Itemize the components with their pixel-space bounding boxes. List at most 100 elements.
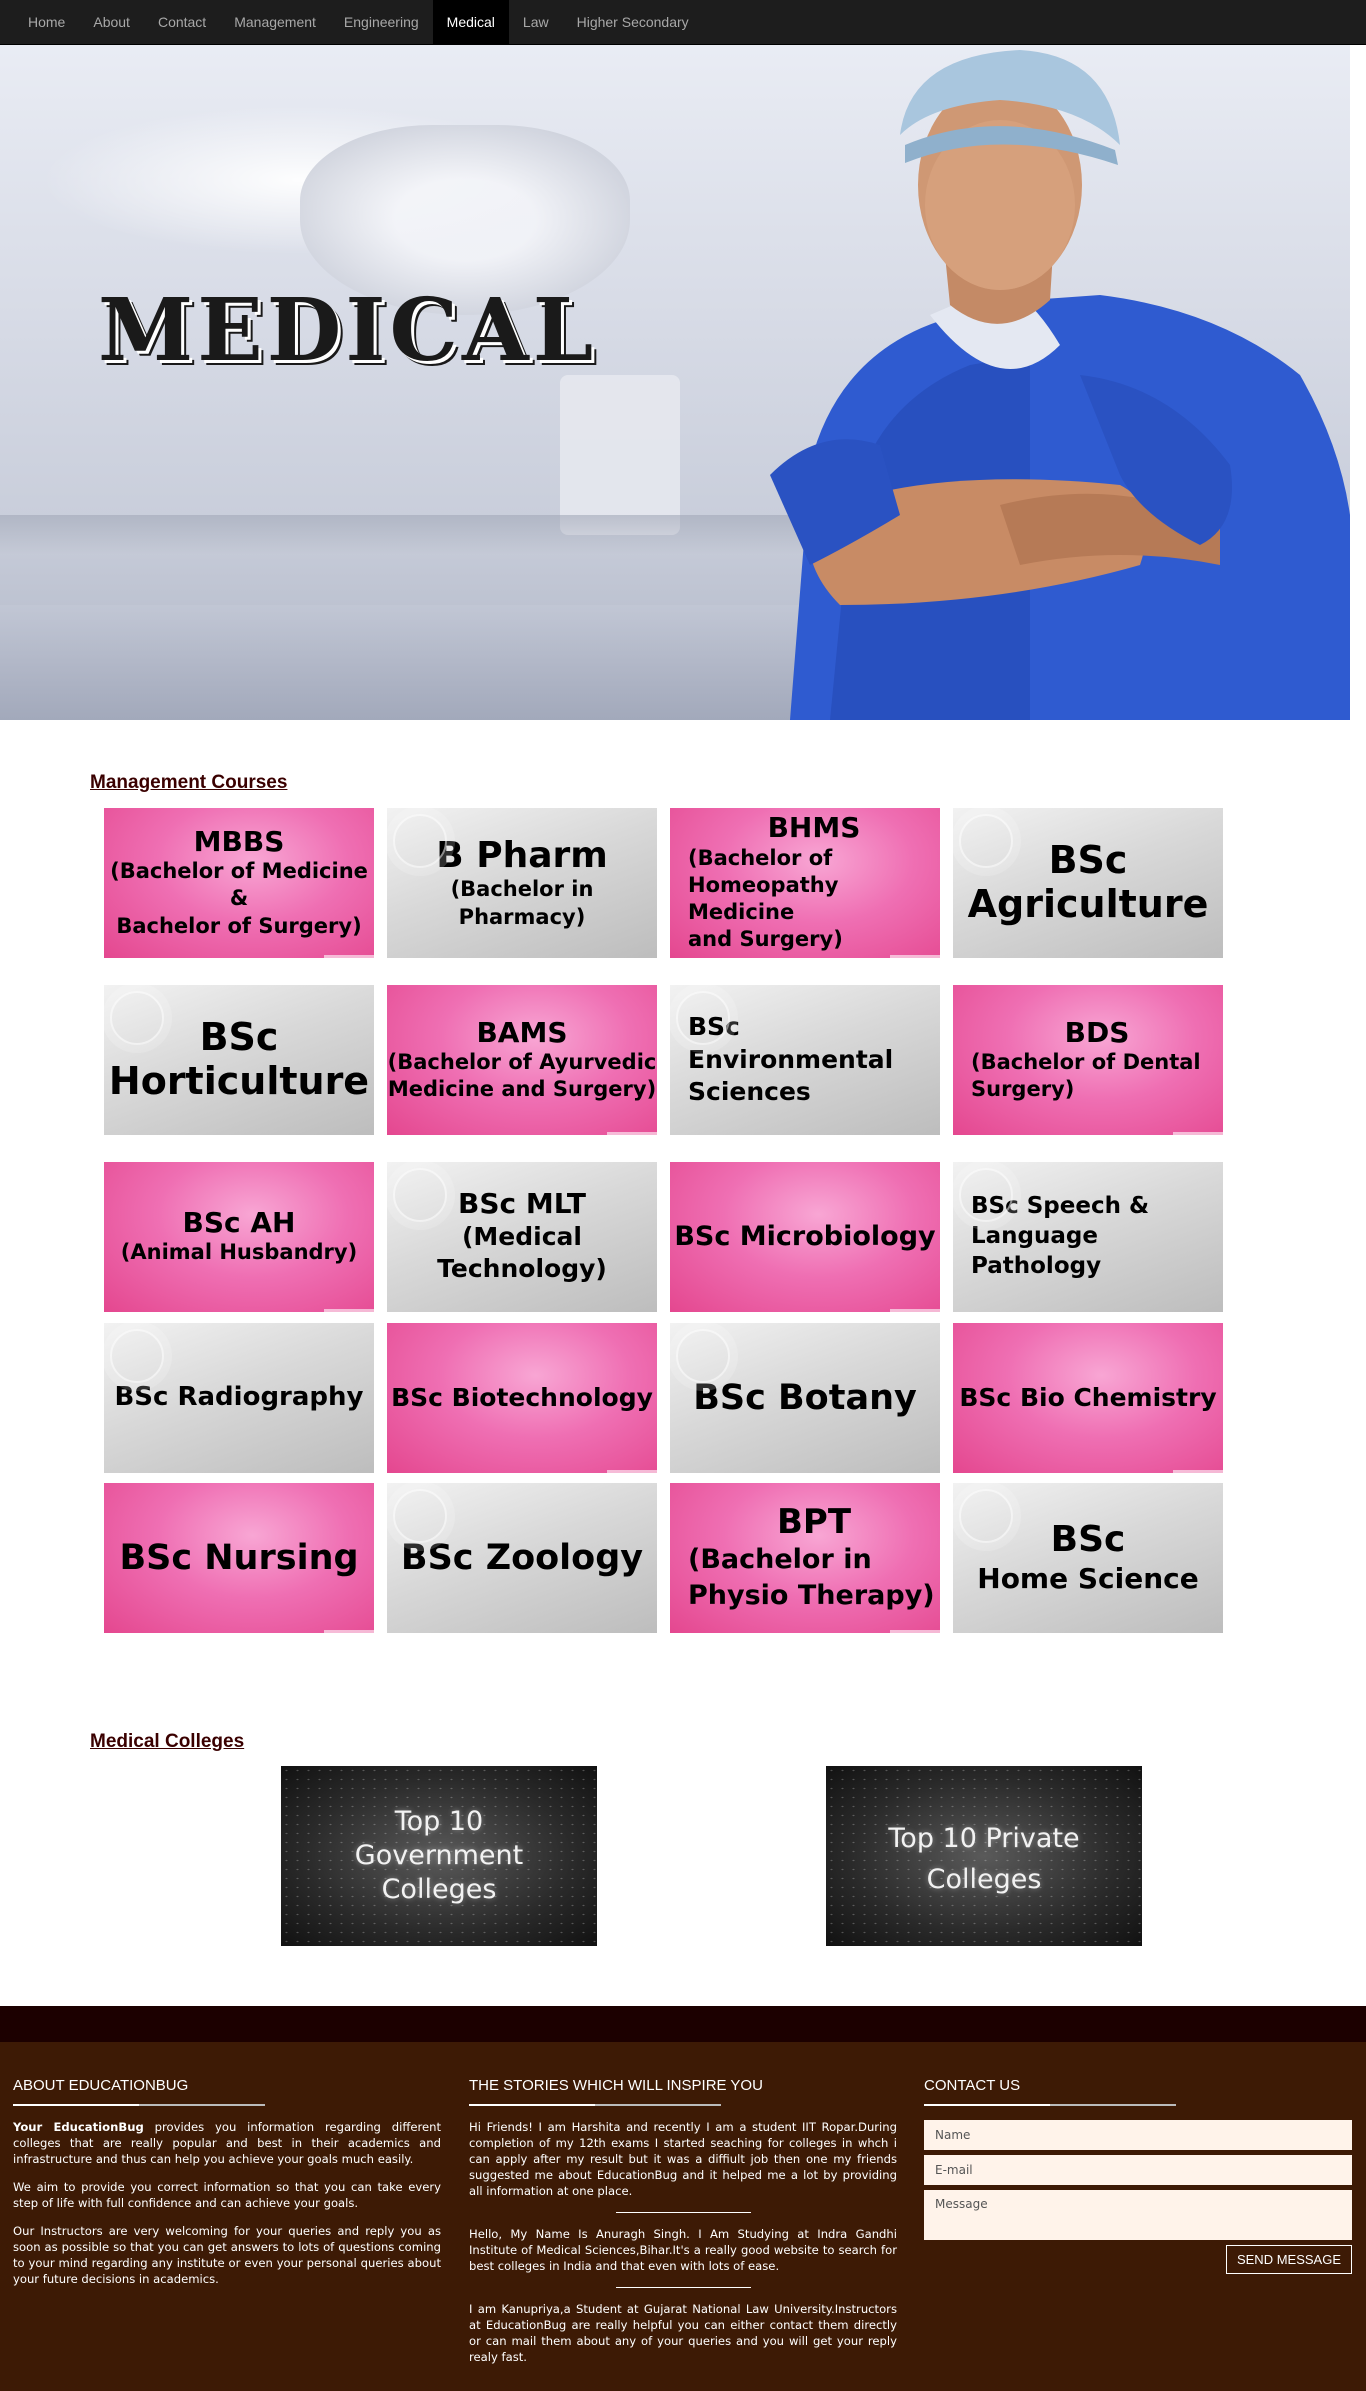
course-title: BSc (1050, 1519, 1126, 1561)
course-card-bds[interactable]: BDS (Bachelor of Dental Surgery) (953, 985, 1223, 1135)
course-subtitle: (Medical Technology) (437, 1221, 607, 1284)
footer-about-p3: Our Instructors are very welcoming for y… (13, 2223, 441, 2286)
course-subtitle: (Animal Husbandry) (120, 1240, 358, 1265)
course-card-bsc-ah[interactable]: BSc AH (Animal Husbandry) (104, 1162, 374, 1312)
course-subtitle: (Bachelor in Pharmacy) (450, 877, 594, 929)
course-card-bsc-microbiology[interactable]: BSc Microbiology (670, 1162, 940, 1312)
course-card-bsc-biotechnology[interactable]: BSc Biotechnology (387, 1323, 657, 1473)
contact-actions: SEND MESSAGE (924, 2245, 1352, 2277)
course-title: BSc Bio Chemistry (959, 1382, 1217, 1412)
course-card-bsc-botany[interactable]: BSc Botany (670, 1323, 940, 1473)
college-card-label: Top 10 Private Colleges (888, 1822, 1080, 1895)
story-item: Hi Friends! I am Harshita and recently I… (469, 2120, 897, 2198)
contact-message-field[interactable]: Message (924, 2190, 1352, 2240)
course-title: BSc (199, 1015, 279, 1060)
course-card-bsc-home-science[interactable]: BSc Home Science (953, 1483, 1223, 1633)
story-divider (615, 2286, 751, 2288)
course-card-bsc-zoology[interactable]: BSc Zoology (387, 1483, 657, 1633)
college-card-label: Top 10 Government Colleges (354, 1806, 524, 1905)
footer-stories: THE STORIES WHICH WILL INSPIRE YOU Hi Fr… (469, 2077, 897, 2378)
hero-title: MEDICAL (98, 280, 598, 381)
course-title: BHMS (767, 811, 861, 845)
hero-background-shelf (0, 515, 820, 555)
course-subtitle: Bachelor of Surgery) (116, 913, 362, 938)
nav-engineering[interactable]: Engineering (330, 0, 433, 44)
top-navbar: Home About Contact Management Engineerin… (0, 0, 1366, 45)
course-subtitle: (Bachelor in (688, 1544, 872, 1576)
story-item: I am Kanupriya,a Student at Gujarat Nati… (469, 2301, 897, 2364)
course-subtitle: (Bachelor of (688, 845, 833, 870)
course-title: BSc (1048, 838, 1128, 883)
course-title: BDS (1064, 1015, 1130, 1049)
contact-name-field[interactable]: Name (924, 2120, 1352, 2150)
footer-about-heading: ABOUT EDUCATIONBUG (13, 2077, 189, 2094)
story-item: Hello, My Name Is Anuragh Singh. I Am St… (469, 2226, 897, 2273)
course-card-bams[interactable]: BAMS (Bachelor of Ayurvedic Medicine and… (387, 985, 657, 1135)
course-card-bpt[interactable]: BPT (Bachelor in Physio Therapy) (670, 1483, 940, 1633)
doctor-image (770, 50, 1350, 720)
course-subtitle: (Bachelor of Dental (971, 1049, 1201, 1074)
course-title: BSc Microbiology (674, 1221, 936, 1253)
course-subtitle: and Surgery) (688, 927, 843, 952)
course-subtitle: Physio Therapy) (688, 1579, 935, 1611)
college-card-top-10-private[interactable]: Top 10 Private Colleges (826, 1766, 1142, 1946)
course-subtitle: Sciences (688, 1077, 811, 1107)
course-card-bsc-speech[interactable]: BSc Speech & Language Pathology (953, 1162, 1223, 1312)
course-subtitle: Home Science (977, 1561, 1199, 1595)
course-title: BSc Biotechnology (391, 1382, 653, 1412)
course-subtitle: Homeopathy Medicine (688, 872, 839, 925)
course-subtitle: (Bachelor of Medicine & (110, 859, 368, 911)
hero-background-machine (560, 375, 680, 535)
story-divider (615, 2211, 751, 2213)
course-card-bsc-mlt[interactable]: BSc MLT (Medical Technology) (387, 1162, 657, 1312)
course-card-bsc-radiography[interactable]: BSc Radiography (104, 1323, 374, 1473)
courses-heading: Management Courses (90, 772, 288, 793)
footer-contact-heading: CONTACT US (924, 2077, 1021, 2094)
course-title: BSc Speech & (971, 1193, 1150, 1220)
course-title: BSc AH (182, 1206, 296, 1240)
footer-stories-heading: THE STORIES WHICH WILL INSPIRE YOU (469, 2077, 763, 2094)
footer-about-p1: Your EducationBug provides you informati… (13, 2120, 441, 2166)
course-subtitle: Surgery) (971, 1077, 1075, 1102)
course-card-bsc-nursing[interactable]: BSc Nursing (104, 1483, 374, 1633)
course-title: BSc (688, 1012, 740, 1042)
footer: ABOUT EDUCATIONBUG Your EducationBug pro… (0, 2042, 1366, 2391)
nav-contact[interactable]: Contact (144, 0, 220, 44)
course-card-bhms[interactable]: BHMS (Bachelor of Homeopathy Medicine an… (670, 808, 940, 958)
nav-management[interactable]: Management (220, 0, 330, 44)
nav-law[interactable]: Law (509, 0, 563, 44)
course-card-bsc-bio-chemistry[interactable]: BSc Bio Chemistry (953, 1323, 1223, 1473)
course-title: BSc Botany (693, 1377, 917, 1418)
footer-about-p2: We aim to provide you correct informatio… (13, 2179, 441, 2210)
course-card-bpharm[interactable]: B Pharm (Bachelor in Pharmacy) (387, 808, 657, 958)
course-subtitle: (Bachelor of Ayurvedic (387, 1049, 657, 1074)
contact-email-field[interactable]: E-mail (924, 2155, 1352, 2185)
course-title: BPT (776, 1502, 852, 1543)
course-title: BSc Radiography (114, 1382, 364, 1413)
course-title: B Pharm (436, 835, 608, 876)
footer-heading-rule (924, 2104, 1176, 2106)
course-card-bsc-horticulture[interactable]: BSc Horticulture (104, 985, 374, 1135)
hero-banner: MEDICAL (0, 45, 1350, 720)
course-subtitle: Agriculture (967, 882, 1209, 926)
footer-heading-rule (13, 2104, 265, 2106)
course-title: MBBS (193, 824, 285, 858)
course-card-mbbs[interactable]: MBBS (Bachelor of Medicine & Bachelor of… (104, 808, 374, 958)
course-title: BSc Nursing (119, 1537, 359, 1578)
nav-higher-secondary[interactable]: Higher Secondary (563, 0, 703, 44)
course-title: BSc Zoology (400, 1537, 644, 1578)
course-subtitle: Environmental (688, 1044, 894, 1074)
send-message-button[interactable]: SEND MESSAGE (1225, 2245, 1352, 2274)
course-card-bsc-environmental[interactable]: BSc Environmental Sciences (670, 985, 940, 1135)
course-subtitle: Language Pathology (971, 1223, 1102, 1279)
nav-home[interactable]: Home (14, 0, 79, 44)
course-card-bsc-agriculture[interactable]: BSc Agriculture (953, 808, 1223, 958)
footer-top-band (0, 2006, 1366, 2042)
college-card-top-10-government[interactable]: Top 10 Government Colleges (281, 1766, 597, 1946)
nav-medical[interactable]: Medical (432, 0, 509, 44)
footer-heading-rule (469, 2104, 721, 2106)
nav-about[interactable]: About (79, 0, 144, 44)
course-subtitle: Horticulture (108, 1059, 370, 1103)
footer-about: ABOUT EDUCATIONBUG Your EducationBug pro… (13, 2077, 441, 2300)
course-title: BAMS (476, 1015, 568, 1049)
